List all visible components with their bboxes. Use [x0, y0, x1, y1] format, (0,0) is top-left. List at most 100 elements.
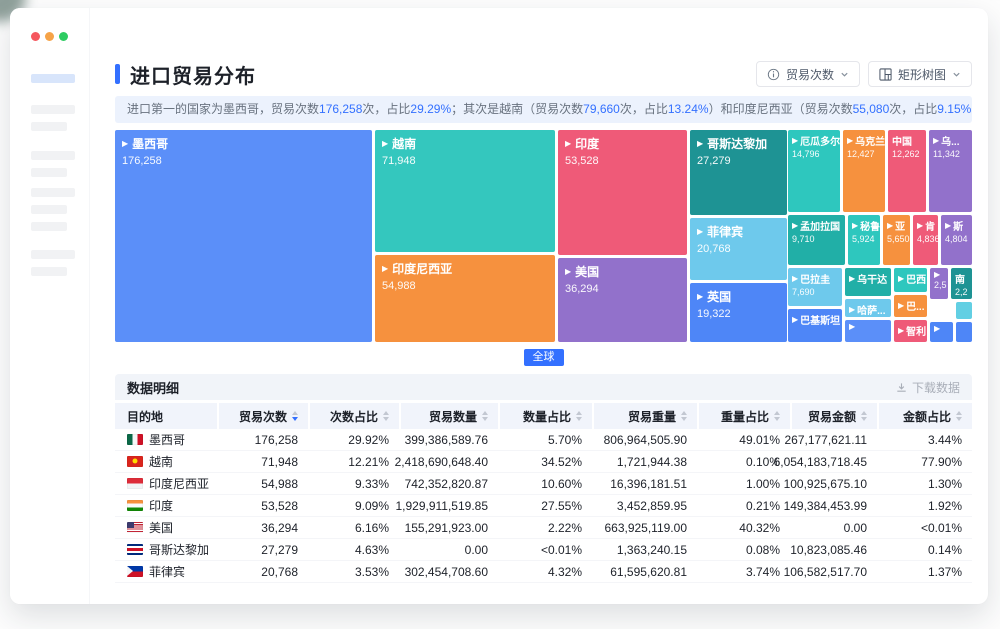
country-label: 斯: [953, 218, 963, 233]
column-label: 金额占比: [903, 408, 951, 425]
summary-highlight-value: 176,258: [319, 102, 362, 116]
treemap-block-墨西哥[interactable]: ▶墨西哥176,258: [115, 130, 372, 342]
detail-panel-header: 数据明细 下载数据: [115, 374, 972, 400]
treemap-block-乌干达[interactable]: ▶乌干达: [845, 268, 891, 296]
column-header-次数占比[interactable]: 次数占比: [310, 403, 399, 429]
treemap-block-blank-25[interactable]: ▶: [845, 320, 891, 342]
block-value: 9,710: [792, 234, 841, 244]
column-header-贸易金额[interactable]: 贸易金额: [792, 403, 877, 429]
maximize-window-button[interactable]: [59, 32, 68, 41]
treemap-block-斯[interactable]: ▶斯4,804: [941, 215, 972, 265]
treemap-block-blank-27[interactable]: ▶: [930, 322, 953, 342]
summary-text: 次，占比: [362, 102, 410, 116]
block-value: 36,294: [565, 283, 680, 295]
sidebar-item-placeholder[interactable]: [31, 267, 67, 276]
table-row-越南[interactable]: 越南71,94812.21%2,418,690,648.4034.52%1,72…: [115, 451, 972, 473]
column-header-数量占比[interactable]: 数量占比: [500, 403, 592, 429]
treemap-block-印度尼西亚[interactable]: ▶印度尼西亚54,988: [375, 255, 555, 342]
treemap-block-blank-29[interactable]: [956, 322, 972, 342]
treemap-block-乌克兰[interactable]: ▶乌克兰12,427: [843, 130, 885, 212]
column-header-贸易次数[interactable]: 贸易次数: [219, 403, 308, 429]
sort-icon[interactable]: [774, 411, 780, 421]
treemap-block-菲律宾[interactable]: ▶菲律宾20,768: [690, 218, 787, 280]
treemap-block-孟加拉国[interactable]: ▶孟加拉国9,710: [788, 215, 845, 265]
treemap-block-巴西[interactable]: ▶巴西: [894, 268, 927, 292]
treemap-block-美国[interactable]: ▶美国36,294: [558, 258, 687, 342]
country-label: 秘鲁: [860, 218, 880, 233]
sidebar-item-placeholder[interactable]: [31, 122, 67, 131]
window-controls: [31, 32, 68, 41]
column-header-贸易数量[interactable]: 贸易数量: [401, 403, 498, 429]
table-row-印度[interactable]: 印度53,5289.09%1,929,911,519.8527.55%3,452…: [115, 495, 972, 517]
sidebar-item-placeholder[interactable]: [31, 222, 67, 231]
table-row-哥斯达黎加[interactable]: 哥斯达黎加27,2794.63%0.00<0.01%1,363,240.150.…: [115, 539, 972, 561]
value-cell: 27.55%: [500, 495, 592, 516]
sort-icon[interactable]: [576, 411, 582, 421]
drill-down-icon: ▶: [934, 325, 940, 333]
sort-icon[interactable]: [956, 411, 962, 421]
drill-down-icon: ▶: [382, 265, 388, 273]
sidebar-item-placeholder[interactable]: [31, 250, 75, 259]
sidebar-skeleton: [31, 74, 75, 276]
flag-icon-ph: [127, 566, 143, 577]
breadcrumb-global-button[interactable]: 全球: [524, 349, 564, 366]
sidebar-item-placeholder[interactable]: [31, 105, 75, 114]
column-header-金额占比[interactable]: 金额占比: [879, 403, 972, 429]
table-row-菲律宾[interactable]: 菲律宾20,7683.53%302,454,708.604.32%61,595,…: [115, 561, 972, 583]
sidebar-item-placeholder[interactable]: [31, 188, 75, 197]
value-cell: 1.00%: [699, 473, 790, 494]
treemap-block-厄瓜多尔[interactable]: ▶厄瓜多尔14,796: [788, 130, 840, 212]
value-cell: 1.92%: [879, 495, 972, 516]
value-cell: 4.63%: [310, 539, 399, 560]
destination-cell: 墨西哥: [115, 429, 217, 450]
sort-icon[interactable]: [292, 411, 298, 421]
sidebar-item-placeholder[interactable]: [31, 151, 75, 160]
treemap-block-巴...[interactable]: ▶巴...: [894, 295, 927, 317]
chart-type-selector[interactable]: 矩形树图: [868, 61, 972, 87]
treemap-block-南[interactable]: 南2,2: [951, 268, 972, 299]
destination-cell: 印度: [115, 495, 217, 516]
block-value: 14,796: [792, 149, 836, 159]
treemap-block-越南[interactable]: ▶越南71,948: [375, 130, 555, 252]
close-window-button[interactable]: [31, 32, 40, 41]
table-row-印度尼西亚[interactable]: 印度尼西亚54,9889.33%742,352,820.8710.60%16,3…: [115, 473, 972, 495]
column-header-重量占比[interactable]: 重量占比: [699, 403, 790, 429]
treemap-block-英国[interactable]: ▶英国19,322: [690, 283, 787, 342]
column-header-贸易重量[interactable]: 贸易重量: [594, 403, 697, 429]
treemap-block-亚[interactable]: ▶亚5,650: [883, 215, 910, 265]
value-cell: 302,454,708.60: [401, 561, 498, 582]
treemap-block-巴基斯坦[interactable]: ▶巴基斯坦: [788, 309, 842, 342]
destination-name: 印度尼西亚: [149, 475, 209, 492]
treemap-block-blank-28[interactable]: [956, 302, 972, 319]
value-cell: 10.60%: [500, 473, 592, 494]
sort-icon[interactable]: [681, 411, 687, 421]
table-row-美国[interactable]: 美国36,2946.16%155,291,923.002.22%663,925,…: [115, 517, 972, 539]
treemap-block-blank-20[interactable]: ▶2,5: [930, 268, 948, 299]
sort-icon[interactable]: [383, 411, 389, 421]
sort-icon[interactable]: [861, 411, 867, 421]
summary-text: 次，占比: [889, 102, 937, 116]
sidebar-item-active[interactable]: [31, 74, 75, 83]
treemap-block-智利[interactable]: ▶智利: [894, 320, 927, 342]
treemap-block-乌...[interactable]: ▶乌...11,342: [929, 130, 972, 212]
sort-icon[interactable]: [482, 411, 488, 421]
page-title: 进口贸易分布: [130, 60, 256, 89]
treemap-block-肯[interactable]: ▶肯4,836: [913, 215, 938, 265]
summary-highlight-value: 9.15%: [937, 102, 971, 116]
sidebar-item-placeholder[interactable]: [31, 168, 67, 177]
download-data-button[interactable]: 下载数据: [895, 379, 960, 396]
metric-selector[interactable]: 贸易次数: [756, 61, 860, 87]
value-cell: 267,177,621.11: [792, 429, 877, 450]
table-row-墨西哥[interactable]: 墨西哥176,25829.92%399,386,589.765.70%806,9…: [115, 429, 972, 451]
value-cell: 40.32%: [699, 517, 790, 538]
value-cell: 1.30%: [879, 473, 972, 494]
sidebar-item-placeholder[interactable]: [31, 205, 67, 214]
treemap-block-哈萨...[interactable]: ▶哈萨...: [845, 299, 891, 317]
treemap-block-印度[interactable]: ▶印度53,528: [558, 130, 687, 255]
treemap-block-哥斯达黎加[interactable]: ▶哥斯达黎加27,279: [690, 130, 787, 215]
treemap-block-巴拉圭[interactable]: ▶巴拉圭7,690: [788, 268, 842, 306]
column-label: 贸易次数: [239, 408, 287, 425]
minimize-window-button[interactable]: [45, 32, 54, 41]
treemap-block-中国[interactable]: 中国12,262: [888, 130, 926, 212]
treemap-block-秘鲁[interactable]: ▶秘鲁5,924: [848, 215, 880, 265]
